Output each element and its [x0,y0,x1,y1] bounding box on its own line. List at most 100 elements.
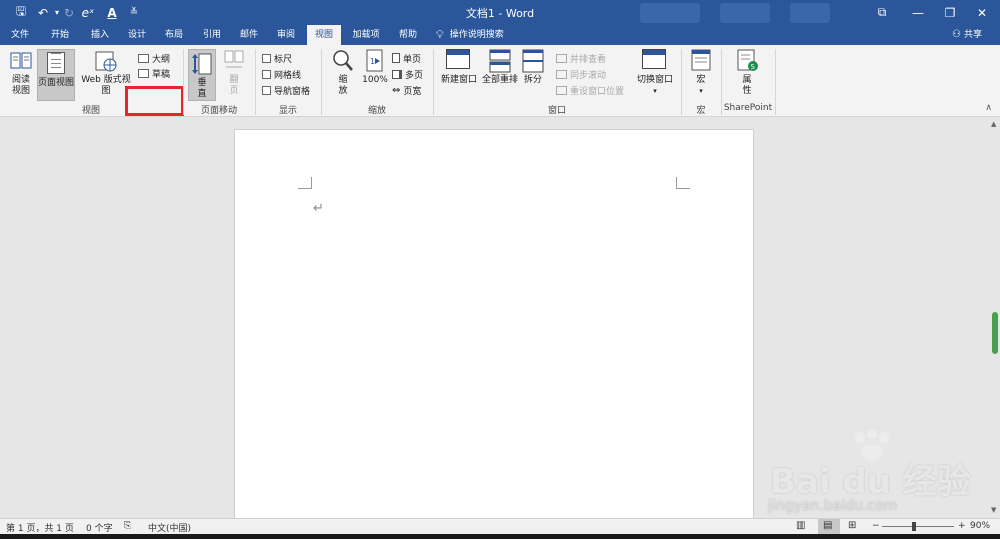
tab-mailings[interactable]: 邮件 [233,25,265,45]
outline-button[interactable]: 大纲 [138,51,170,65]
page-width-label: 页宽 [403,86,422,97]
vertical-label: 垂 直 [197,78,207,99]
properties-button[interactable]: S 属 性 [734,49,760,97]
side-to-side-icon [223,49,245,73]
new-window-label: 新建窗口 [440,75,477,85]
new-window-button[interactable]: 新建窗口 [438,49,480,86]
split-label: 拆分 [523,75,542,85]
print-layout-button[interactable]: 页面视图 [37,49,75,101]
macros-button[interactable]: 宏 ▾ [688,49,714,97]
properties-label: 属 性 [742,75,752,96]
one-page-button[interactable]: 单页 [392,51,421,65]
arrange-all-label: 全部重排 [481,75,518,85]
multi-page-icon [392,69,402,79]
zoom-100-button[interactable]: 1 100% [361,49,389,86]
switch-window-label: 切换窗口 [636,75,673,85]
svg-text:S: S [751,63,756,71]
collapse-ribbon-icon[interactable]: ∧ [985,103,992,113]
print-layout-label: 页面视图 [38,78,75,88]
ruler-label: 标尺 [274,54,293,65]
draft-button[interactable]: 草稿 [138,66,170,80]
tab-references[interactable]: 引用 [196,25,228,45]
zoom-in-button[interactable]: + [958,521,966,531]
tab-view[interactable]: 视图 [307,25,341,45]
zoom-slider-thumb[interactable] [912,522,916,531]
tell-me-search[interactable]: 💡︎ 操作说明搜索 [436,25,504,45]
document-area: ↵ ▲ ▼ [0,118,1000,529]
close-icon[interactable]: ✕ [964,0,1000,25]
one-page-label: 单页 [403,54,422,65]
tab-help[interactable]: 帮助 [392,25,424,45]
side-to-side-button[interactable]: 翻 页 [221,49,247,97]
nav-pane-check[interactable] [262,85,271,95]
gridlines-checkbox[interactable]: 网格线 [262,67,301,81]
restore-icon[interactable]: ❐ [932,0,968,25]
side-by-side-button[interactable]: 并排查看 [556,51,606,65]
sync-scroll-button[interactable]: 同步滚动 [556,67,606,81]
switch-window-button[interactable]: 切换窗口 ▾ [634,49,676,97]
word-count[interactable]: 0 个字 [86,521,113,534]
reset-window-button[interactable]: 重设窗口位置 [556,83,624,97]
zoom-percentage[interactable]: 90% [970,521,990,531]
blur-region [790,3,830,23]
outline-label: 大纲 [152,54,171,65]
read-mode-icon[interactable]: ▥ [796,520,805,531]
read-mode-icon [10,49,32,73]
gridlines-check[interactable] [262,69,271,79]
multi-page-button[interactable]: 多页 [392,67,423,81]
tab-insert[interactable]: 插入 [84,25,116,45]
zoom-button[interactable]: 缩 放 [330,49,356,97]
tab-design[interactable]: 设计 [121,25,153,45]
crop-mark [676,177,690,189]
vertical-icon [191,52,213,76]
tab-file[interactable]: 文件 [4,25,36,45]
one-page-icon [392,53,400,63]
title-bar: 🖫 ↶ ▾ ↻ eˣ A ≚ 文档1 - Word ⧉ — ❐ ✕ [0,0,1000,25]
arrange-all-button[interactable]: 全部重排 [481,49,519,86]
zoom-label: 缩 放 [338,75,348,96]
scroll-down-icon[interactable]: ▼ [991,506,996,514]
split-button[interactable]: 拆分 [521,49,545,86]
scroll-thumb[interactable] [992,312,998,354]
nav-pane-label: 导航窗格 [274,86,311,97]
macros-label: 宏 [696,75,706,85]
language-indicator[interactable]: 中文(中国) [148,521,191,534]
web-layout-icon[interactable]: ⊞ [848,520,856,531]
tab-addins[interactable]: 加载项 [346,25,386,45]
ruler-checkbox[interactable]: 标尺 [262,51,292,65]
minimize-icon[interactable]: — [900,0,936,25]
zoom-slider-track[interactable] [882,526,954,527]
tab-home[interactable]: 开始 [44,25,76,45]
properties-icon: S [736,49,758,73]
vertical-button[interactable]: 垂 直 [188,49,216,101]
tab-review[interactable]: 审阅 [270,25,302,45]
print-layout-icon [45,52,67,76]
blur-region [720,3,770,23]
side-by-side-label: 并排查看 [570,54,607,65]
page-move-group-label: 页面移动 [200,106,237,116]
tab-layout[interactable]: 布局 [158,25,190,45]
lightbulb-icon: 💡︎ [436,28,444,41]
page-count[interactable]: 第 1 页，共 1 页 [6,521,74,534]
chevron-down-icon: ▾ [653,87,657,95]
ribbon-display-icon[interactable]: ⧉ [864,0,900,25]
tell-me-label: 操作说明搜索 [449,30,504,40]
ruler-check[interactable] [262,53,271,63]
scroll-up-icon[interactable]: ▲ [991,120,996,128]
read-mode-button[interactable]: 阅读 视图 [6,49,36,97]
nav-pane-checkbox[interactable]: 导航窗格 [262,83,310,97]
document-page[interactable]: ↵ [234,129,754,529]
zoom-out-button[interactable]: − [872,521,880,531]
proofing-icon[interactable]: ⎘ [124,521,131,531]
blur-region [640,3,700,23]
svg-text:1: 1 [370,57,375,66]
page-width-button[interactable]: ⇔ 页宽 [392,83,421,97]
side-to-side-label: 翻 页 [229,75,239,96]
paragraph-mark: ↵ [313,201,324,216]
split-icon [522,49,544,73]
vertical-scrollbar[interactable]: ▲ ▼ [990,118,1000,518]
share-button[interactable]: ⚇ 共享 [952,25,982,45]
macros-group-label: 宏 [696,106,706,116]
print-layout-glyph: ▤ [823,520,833,531]
switch-window-icon [642,49,668,73]
